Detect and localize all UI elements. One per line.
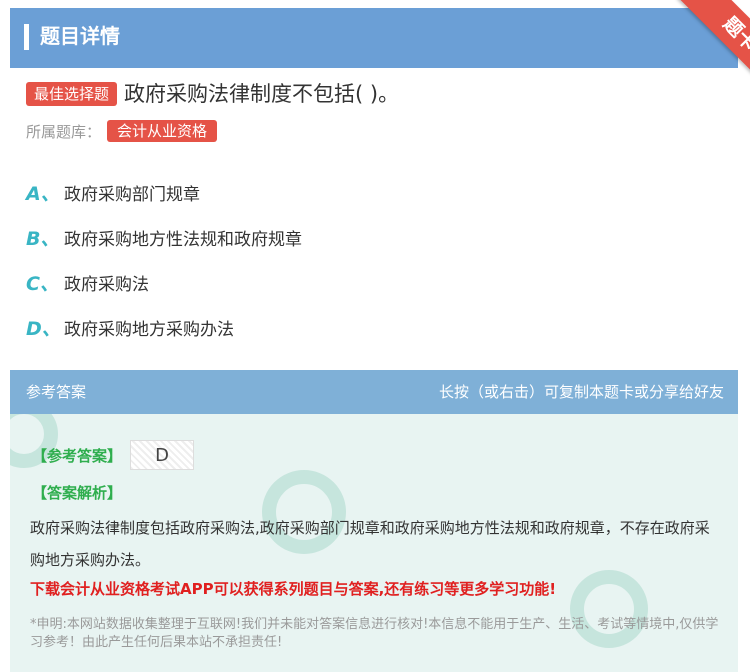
option-d[interactable]: D、 政府采购地方采购办法: [26, 305, 726, 350]
header-accent-bar: [24, 24, 29, 50]
option-a[interactable]: A、 政府采购部门规章: [26, 170, 726, 215]
answer-section-title: 参考答案: [26, 383, 87, 401]
answer-image: D: [130, 440, 195, 470]
option-text: 政府采购部门规章: [64, 185, 200, 205]
bank-tag-link[interactable]: 会计从业资格: [107, 120, 218, 142]
option-c[interactable]: C、 政府采购法: [26, 260, 726, 305]
answer-row: 【参考答案】 D: [32, 440, 195, 470]
answer-section: 参考答案 长按（或右击）可复制本题卡或分享给好友 【参考答案】 D 【答案解析】…: [10, 370, 738, 672]
option-letter: C、: [26, 273, 59, 295]
option-letter: A、: [26, 183, 60, 205]
option-b[interactable]: B、 政府采购地方性法规和政府规章: [26, 215, 726, 260]
analysis-text: 政府采购法律制度包括政府采购法,政府采购部门规章和政府采购地方性法规和政府规章，…: [30, 519, 710, 569]
answer-header: 参考答案 长按（或右击）可复制本题卡或分享给好友: [10, 370, 738, 414]
share-hint: 长按（或右击）可复制本题卡或分享给好友: [438, 383, 724, 401]
options-list: A、 政府采购部门规章 B、 政府采购地方性法规和政府规章 C、 政府采购法 D…: [26, 170, 726, 350]
page-title: 题目详情: [40, 24, 120, 48]
option-letter: B、: [26, 228, 60, 250]
question-card-page: 题目详情 题卡 最佳选择题 政府采购法律制度不包括( )。 所属题库： 会计从业…: [0, 0, 750, 672]
option-text: 政府采购地方采购办法: [64, 320, 234, 340]
answer-label: 【参考答案】: [32, 446, 123, 465]
option-letter: D、: [26, 318, 61, 340]
header-bar: 题目详情: [10, 8, 738, 68]
analysis-label: 【答案解析】: [32, 484, 123, 502]
disclaimer-text: *申明:本网站数据收集整理于互联网!我们并未能对答案信息进行核对!本信息不能用于…: [30, 617, 719, 650]
question-text: 政府采购法律制度不包括( )。: [124, 82, 400, 106]
question-type-tag: 最佳选择题: [26, 82, 118, 106]
promo-text[interactable]: 下载会计从业资格考试APP可以获得系列题目与答案,还有练习等更多学习功能!: [30, 576, 730, 602]
option-text: 政府采购法: [64, 275, 149, 295]
bank-label: 所属题库：: [26, 122, 102, 141]
option-text: 政府采购地方性法规和政府规章: [64, 230, 302, 250]
question-block: 最佳选择题 政府采购法律制度不包括( )。 所属题库： 会计从业资格: [26, 78, 726, 144]
